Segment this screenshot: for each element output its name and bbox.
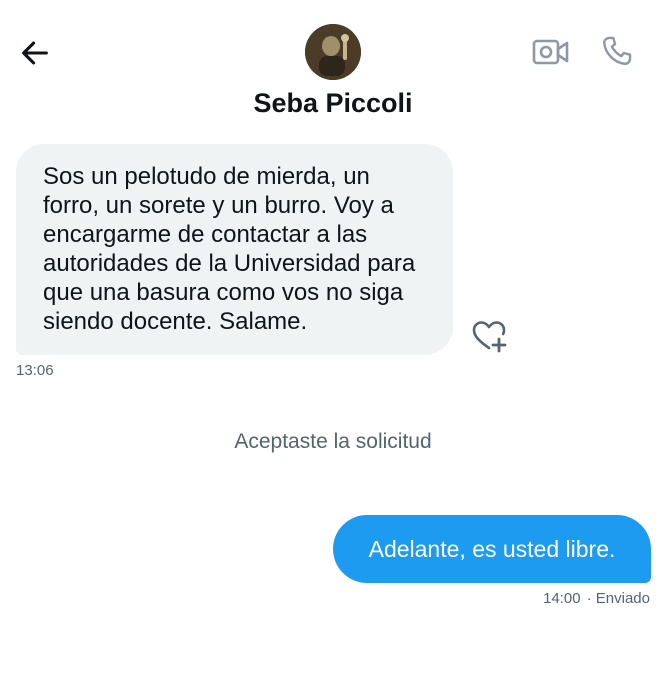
outgoing-message-bubble[interactable]: Adelante, es usted libre. [333,515,651,583]
video-call-button[interactable] [530,32,572,72]
add-reaction-button[interactable] [468,318,510,354]
message-meta: 14:00 · Enviado [543,590,650,607]
request-accepted-notice: Aceptaste la solicitud [234,430,432,453]
incoming-message-bubble[interactable]: Sos un pelotudo de mierda, un forro, un … [16,144,453,355]
contact-name[interactable]: Seba Piccoli [0,88,666,119]
phone-icon [603,36,632,65]
delivery-status: · Enviado [586,590,650,607]
arrow-left-icon [22,41,48,65]
conversation-header: Seba Piccoli [0,0,666,140]
avatar[interactable] [305,24,361,80]
message-timestamp: 14:00 [543,590,581,607]
message-timestamp: 13:06 [16,362,54,379]
heart-plus-icon [472,321,507,353]
avatar-image [305,24,361,80]
back-button[interactable] [14,32,56,74]
call-button[interactable] [596,30,638,72]
video-camera-icon [532,39,569,65]
